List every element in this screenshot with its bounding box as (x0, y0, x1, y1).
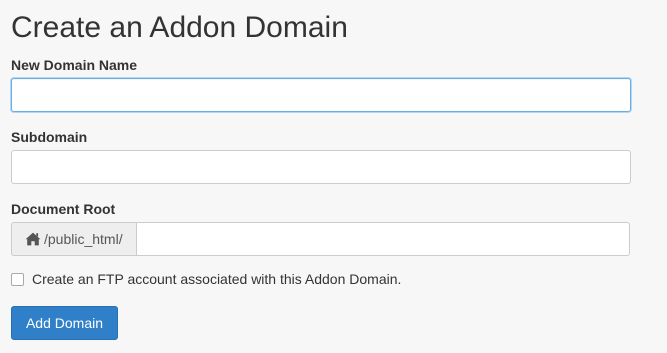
subdomain-input[interactable] (11, 150, 631, 184)
document-root-prefix: /public_html/ (11, 222, 136, 256)
add-domain-button[interactable]: Add Domain (11, 306, 118, 340)
document-root-group: /public_html/ (11, 222, 630, 256)
page-title: Create an Addon Domain (11, 11, 348, 44)
ftp-account-option[interactable]: Create an FTP account associated with th… (11, 271, 401, 287)
document-root-input[interactable] (135, 222, 630, 256)
subdomain-label: Subdomain (11, 129, 88, 145)
home-icon (25, 232, 41, 246)
ftp-account-checkbox-label[interactable]: Create an FTP account associated with th… (32, 271, 401, 287)
document-root-prefix-text: /public_html/ (44, 231, 123, 247)
document-root-label: Document Root (11, 201, 116, 217)
new-domain-label: New Domain Name (11, 57, 138, 73)
new-domain-input[interactable] (11, 78, 631, 112)
ftp-account-checkbox[interactable] (11, 272, 24, 286)
